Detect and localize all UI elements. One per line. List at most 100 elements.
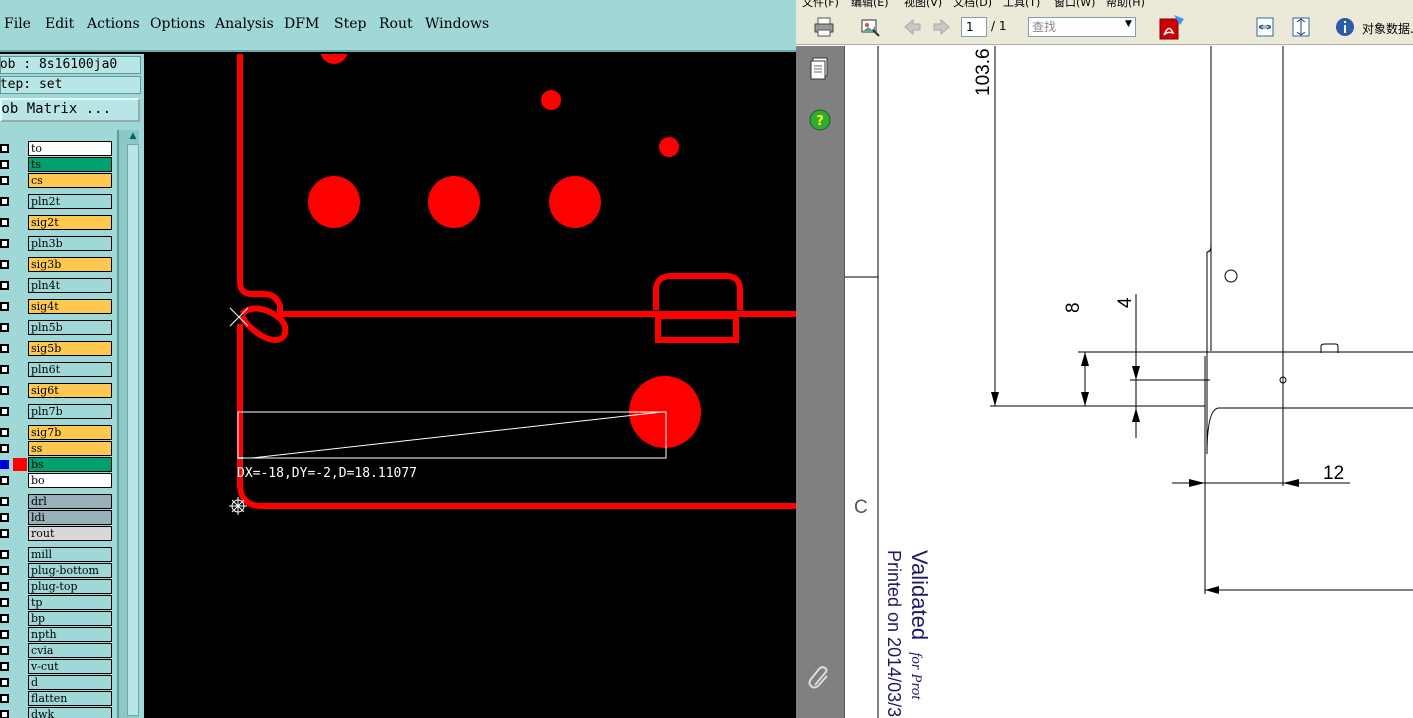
layer-name[interactable]: pln6t — [28, 362, 112, 377]
layer-name[interactable]: sig2t — [28, 215, 112, 230]
layer-checkbox[interactable] — [0, 144, 9, 153]
layer-name[interactable]: rout — [28, 526, 112, 541]
layer-name[interactable]: sig7b — [28, 425, 112, 440]
layer-name[interactable]: d — [28, 675, 112, 690]
layer-checkbox[interactable] — [0, 662, 9, 671]
layer-name[interactable]: dwk — [28, 707, 112, 718]
layer-row[interactable]: sig5b — [0, 341, 114, 356]
layer-row[interactable]: d — [0, 675, 114, 690]
layer-checkbox[interactable] — [0, 630, 9, 639]
layer-name[interactable]: sig4t — [28, 299, 112, 314]
pdf-menu-document[interactable]: 文档(D) — [953, 0, 992, 9]
layer-row[interactable]: ss — [0, 441, 114, 456]
layer-row[interactable]: rout — [0, 526, 114, 541]
layer-checkbox[interactable] — [0, 407, 9, 416]
layer-name[interactable]: drl — [28, 494, 112, 509]
layer-name[interactable]: npth — [28, 627, 112, 642]
layer-checkbox[interactable] — [0, 428, 9, 437]
layer-checkbox[interactable] — [0, 444, 9, 453]
layer-row[interactable]: to — [0, 141, 114, 156]
layer-checkbox[interactable] — [0, 260, 9, 269]
layer-row[interactable]: sig3b — [0, 257, 114, 272]
attachments-paperclip-icon[interactable] — [807, 665, 833, 691]
pdf-menu-file[interactable]: 文件(F) — [802, 0, 839, 9]
layer-row[interactable]: flatten — [0, 691, 114, 706]
layer-list-scrollbar[interactable]: ▲ — [117, 130, 139, 718]
layer-name[interactable]: plug-bottom — [28, 563, 112, 578]
menu-dfm[interactable]: DFM — [284, 16, 319, 32]
layer-checkbox[interactable] — [0, 598, 9, 607]
layer-row[interactable]: pln4t — [0, 278, 114, 293]
layer-checkbox[interactable] — [0, 386, 9, 395]
layer-name[interactable]: bp — [28, 611, 112, 626]
menu-actions[interactable]: Actions — [87, 16, 140, 32]
fit-width-icon[interactable] — [1254, 16, 1276, 38]
layer-checkbox[interactable] — [0, 176, 9, 185]
layer-name[interactable]: pln4t — [28, 278, 112, 293]
layer-checkbox[interactable] — [0, 694, 9, 703]
layer-checkbox[interactable] — [0, 497, 9, 506]
layer-checkbox[interactable] — [0, 239, 9, 248]
scroll-up-arrow-icon[interactable]: ▲ — [127, 130, 139, 142]
layer-checkbox[interactable] — [0, 614, 9, 623]
layer-name[interactable]: v-cut — [28, 659, 112, 674]
previous-page-icon[interactable] — [901, 16, 923, 38]
layer-name[interactable]: mill — [28, 547, 112, 562]
layer-checkbox[interactable] — [0, 365, 9, 374]
print-icon[interactable] — [813, 16, 835, 38]
layer-checkbox[interactable] — [0, 160, 9, 169]
pdf-menu-help[interactable]: 帮助(H) — [1106, 0, 1145, 9]
layer-name[interactable]: tp — [28, 595, 112, 610]
layer-checkbox[interactable] — [0, 529, 9, 538]
layer-row[interactable]: dwk — [0, 707, 114, 718]
layer-name[interactable]: sig5b — [28, 341, 112, 356]
data-object-button[interactable]: 对象数据... — [1362, 20, 1413, 37]
layer-checkbox[interactable] — [0, 476, 9, 485]
layer-row[interactable]: v-cut — [0, 659, 114, 674]
layer-name[interactable]: bo — [28, 473, 112, 488]
layer-row[interactable]: mill — [0, 547, 114, 562]
layer-row[interactable]: bp — [0, 611, 114, 626]
layer-row[interactable]: ldi — [0, 510, 114, 525]
help-icon[interactable]: ? — [809, 109, 831, 131]
layer-row[interactable]: npth — [0, 627, 114, 642]
layer-row[interactable]: plug-top — [0, 579, 114, 594]
menu-windows[interactable]: Windows — [425, 16, 489, 32]
layer-name[interactable]: to — [28, 141, 112, 156]
layer-row[interactable]: drl — [0, 494, 114, 509]
layer-name[interactable]: plug-top — [28, 579, 112, 594]
layer-row[interactable]: pln2t — [0, 194, 114, 209]
layer-checkbox[interactable] — [0, 582, 9, 591]
layer-name[interactable]: cs — [28, 173, 112, 188]
layer-checkbox[interactable] — [0, 302, 9, 311]
scrollbar-thumb[interactable] — [127, 144, 139, 716]
pdf-menu-view[interactable]: 视图(V) — [904, 0, 942, 9]
layer-row[interactable]: sig2t — [0, 215, 114, 230]
next-page-icon[interactable] — [931, 16, 953, 38]
menu-rout[interactable]: Rout — [379, 16, 413, 32]
layer-checkbox[interactable] — [0, 550, 9, 559]
layer-row[interactable]: sig7b — [0, 425, 114, 440]
layer-name[interactable]: pln3b — [28, 236, 112, 251]
layer-row[interactable]: tp — [0, 595, 114, 610]
job-matrix-button[interactable]: Job Matrix ... — [0, 98, 140, 122]
layer-checkbox[interactable] — [0, 344, 9, 353]
pdf-menu-tools[interactable]: 工具(T) — [1003, 0, 1040, 9]
layer-name[interactable]: flatten — [28, 691, 112, 706]
layer-checkbox[interactable] — [0, 218, 9, 227]
layer-checkbox[interactable] — [0, 281, 9, 290]
layer-row[interactable]: pln3b — [0, 236, 114, 251]
layer-name[interactable]: ts — [28, 157, 112, 172]
pdf-menu-window[interactable]: 窗口(W) — [1054, 0, 1095, 9]
find-input[interactable]: 查找 — [1028, 17, 1136, 37]
layer-name[interactable]: bs — [28, 457, 112, 472]
menu-edit[interactable]: Edit — [45, 16, 74, 32]
fit-page-icon[interactable] — [1290, 16, 1312, 38]
pages-panel-icon[interactable] — [809, 56, 831, 82]
acrobat-icon[interactable] — [1158, 13, 1186, 41]
layer-row[interactable]: cvia — [0, 643, 114, 658]
layer-name[interactable]: cvia — [28, 643, 112, 658]
graphic-editor-canvas[interactable] — [144, 54, 796, 718]
layer-name[interactable]: sig3b — [28, 257, 112, 272]
layer-row[interactable]: pln7b — [0, 404, 114, 419]
